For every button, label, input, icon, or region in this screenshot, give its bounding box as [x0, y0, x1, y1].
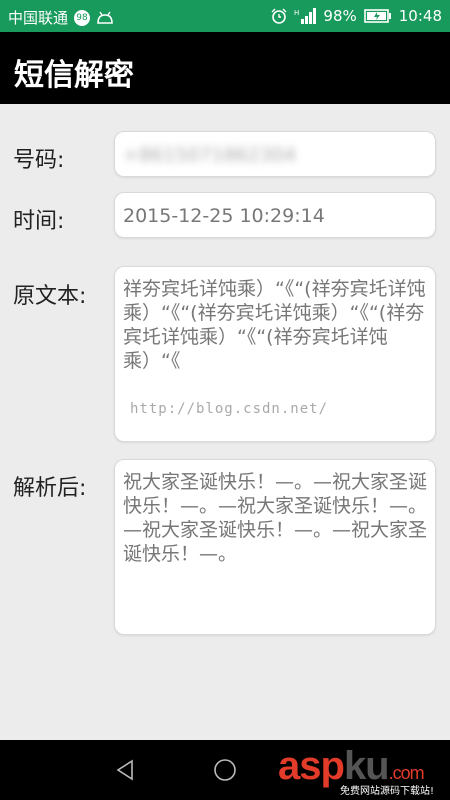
watermark: http://blog.csdn.net/	[130, 401, 329, 417]
alarm-icon	[271, 8, 287, 24]
clock-time: 10:48	[398, 7, 442, 25]
parsed-text-field[interactable]: 祝大家圣诞快乐！—。—祝大家圣诞快乐！—。—祝大家圣诞快乐！—。—祝大家圣诞快乐…	[114, 459, 436, 635]
carrier-badge: 98	[74, 9, 91, 26]
number-label: 号码:	[13, 148, 65, 173]
number-value: +8615071862304	[123, 144, 297, 166]
logo-tld: .com	[388, 763, 425, 783]
status-bar: 中国联通 98 H 98% 10:48	[0, 0, 450, 32]
app-bar: 短信解密	[0, 32, 450, 104]
android-icon	[96, 11, 114, 25]
original-text-label: 原文本:	[13, 284, 87, 309]
parsed-text-label: 解析后:	[13, 476, 87, 501]
logo-brand-red: asp	[278, 744, 345, 788]
battery-icon	[363, 9, 392, 23]
logo-slogan: 免费网站源码下载站!	[340, 786, 435, 797]
time-field[interactable]: 2015-12-25 10:29:14	[114, 192, 436, 238]
time-label: 时间:	[13, 209, 65, 234]
site-logo: aspku.com 免费网站源码下载站!	[278, 744, 450, 800]
parsed-text-value: 祝大家圣诞快乐！—。—祝大家圣诞快乐！—。—祝大家圣诞快乐！—。—祝大家圣诞快乐…	[123, 471, 428, 565]
battery-percent: 98%	[323, 7, 357, 25]
carrier-name: 中国联通	[8, 9, 69, 27]
time-value: 2015-12-25 10:29:14	[123, 205, 325, 227]
number-field[interactable]: +8615071862304	[114, 131, 436, 177]
signal-icon: H	[294, 8, 317, 24]
original-text-value: 祥夯宾圫详饨乘）“《“(祥夯宾圫详饨乘）“《“(祥夯宾圫详饨乘）“《“(祥夯宾圫…	[123, 278, 426, 372]
back-icon[interactable]	[113, 758, 137, 786]
page-title: 短信解密	[14, 58, 134, 93]
svg-text:H: H	[294, 9, 299, 17]
home-icon[interactable]	[213, 758, 237, 786]
